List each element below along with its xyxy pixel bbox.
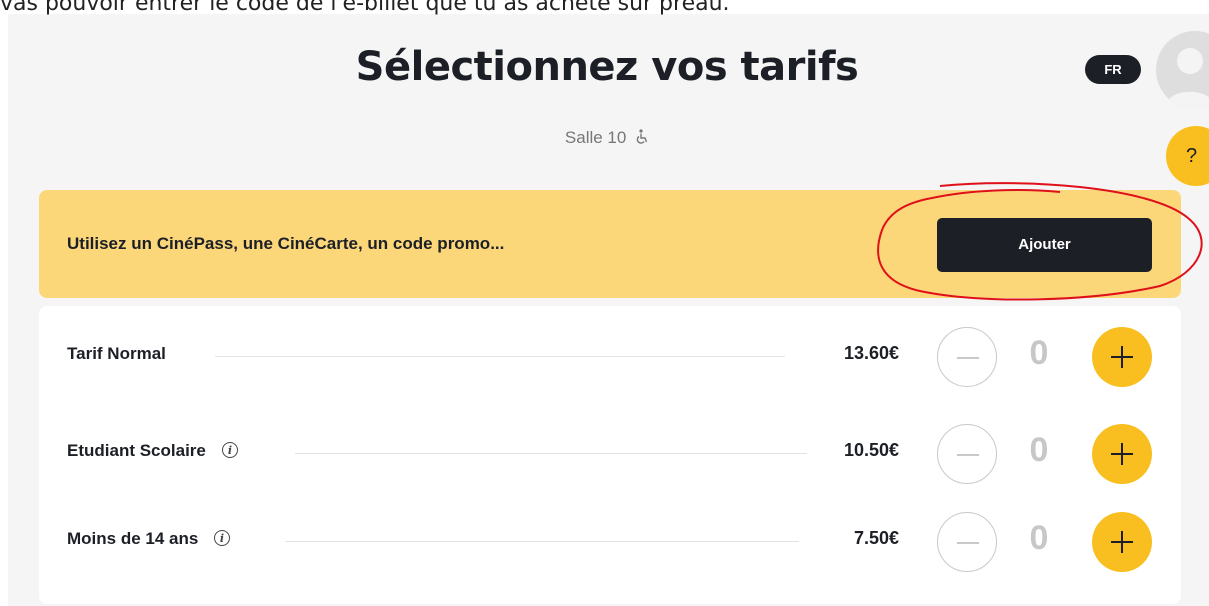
tariff-name: Moins de 14 ans — [67, 529, 199, 548]
page-edge — [0, 0, 8, 606]
annotation-circle — [877, 182, 1203, 301]
language-selector[interactable]: FR — [1085, 55, 1141, 84]
tariff-row: Tarif Normal 13.60€ 0 — [39, 321, 1181, 391]
increase-button[interactable] — [1092, 424, 1152, 484]
tariff-price: 7.50€ — [853, 528, 899, 548]
tariff-list: Tarif Normal 13.60€ 0 Etudiant Scolaire … — [39, 306, 1181, 604]
quantity-value: 0 — [1029, 519, 1049, 557]
minus-icon — [957, 357, 979, 359]
promo-label: Utilisez un CinéPass, une CinéCarte, un … — [67, 234, 505, 253]
tariff-row: Moins de 14 ans i 7.50€ 0 — [39, 506, 1181, 576]
plus-icon — [1111, 531, 1133, 553]
tariff-label: Tarif Normal — [67, 344, 166, 364]
room-info: Salle 10 — [0, 128, 1209, 150]
quantity-value: 0 — [1029, 334, 1049, 372]
plus-icon — [1111, 443, 1133, 465]
tariff-label: Etudiant Scolaire i — [67, 441, 239, 464]
divider — [215, 356, 785, 357]
tariff-name: Tarif Normal — [67, 344, 166, 363]
accessibility-icon — [635, 129, 649, 150]
svg-text:i: i — [228, 444, 232, 457]
svg-text:i: i — [220, 532, 224, 545]
tariff-name: Etudiant Scolaire — [67, 441, 206, 460]
info-icon[interactable]: i — [221, 441, 239, 464]
increase-button[interactable] — [1092, 327, 1152, 387]
tariff-price: 10.50€ — [843, 440, 899, 460]
tariff-label: Moins de 14 ans i — [67, 529, 231, 552]
plus-icon — [1111, 346, 1133, 368]
tariff-price: 13.60€ — [843, 343, 899, 363]
room-label: Salle 10 — [564, 128, 627, 147]
minus-icon — [957, 542, 979, 544]
tariff-row: Etudiant Scolaire i 10.50€ 0 — [39, 418, 1181, 488]
quantity-value: 0 — [1029, 431, 1049, 469]
top-caption-text: vas pouvoir entrer le code de l'e-billet… — [0, 0, 730, 16]
minus-icon — [957, 454, 979, 456]
decrease-button[interactable] — [937, 424, 997, 484]
decrease-button[interactable] — [937, 327, 997, 387]
divider — [295, 453, 807, 454]
increase-button[interactable] — [1092, 512, 1152, 572]
info-icon[interactable]: i — [213, 529, 231, 552]
page-title: Sélectionnez vos tarifs — [355, 44, 859, 90]
decrease-button[interactable] — [937, 512, 997, 572]
divider — [285, 541, 799, 542]
